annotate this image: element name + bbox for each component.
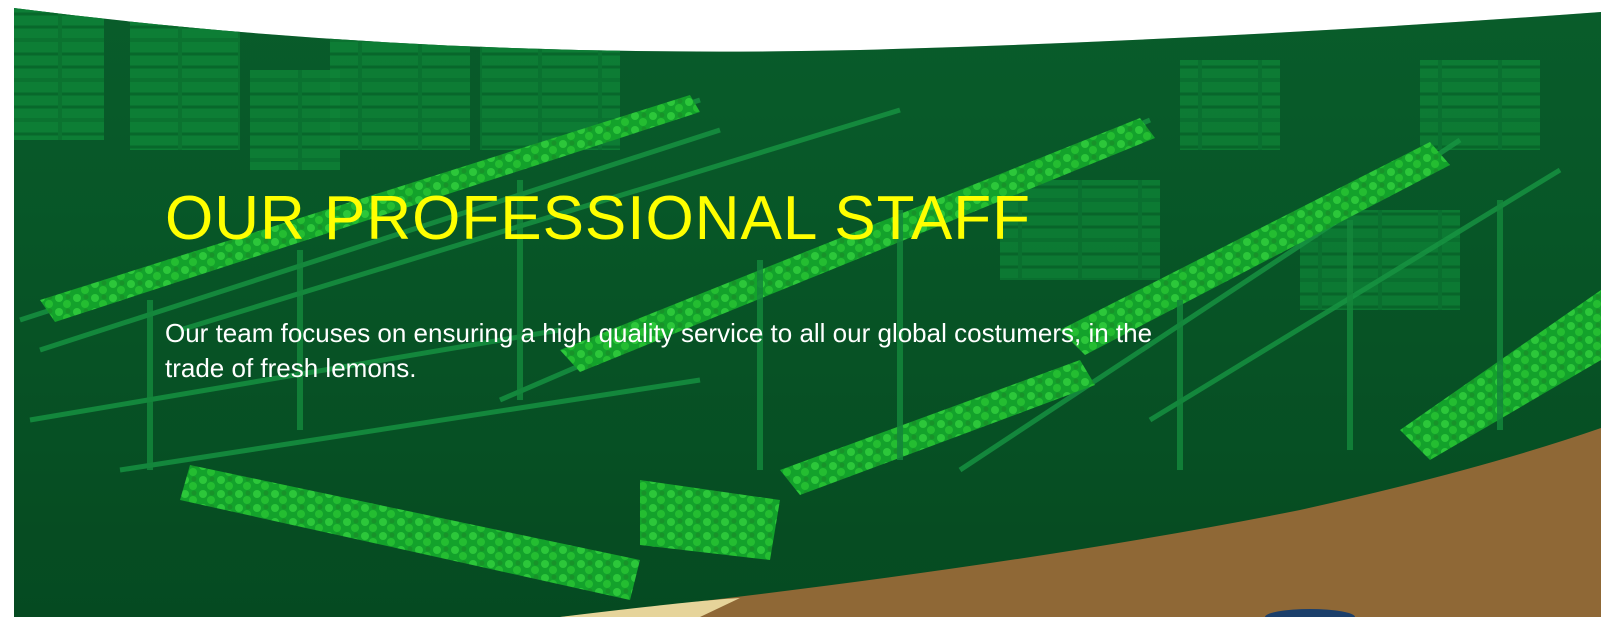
hero-banner: OUR PROFESSIONAL STAFF Our team focuses … [0,0,1601,617]
page: OUR PROFESSIONAL STAFF Our team focuses … [0,0,1601,617]
hero-title: OUR PROFESSIONAL STAFF [165,184,1031,253]
hero-description: Our team focuses on ensuring a high qual… [165,318,1153,383]
hero-background-image [14,8,1601,617]
